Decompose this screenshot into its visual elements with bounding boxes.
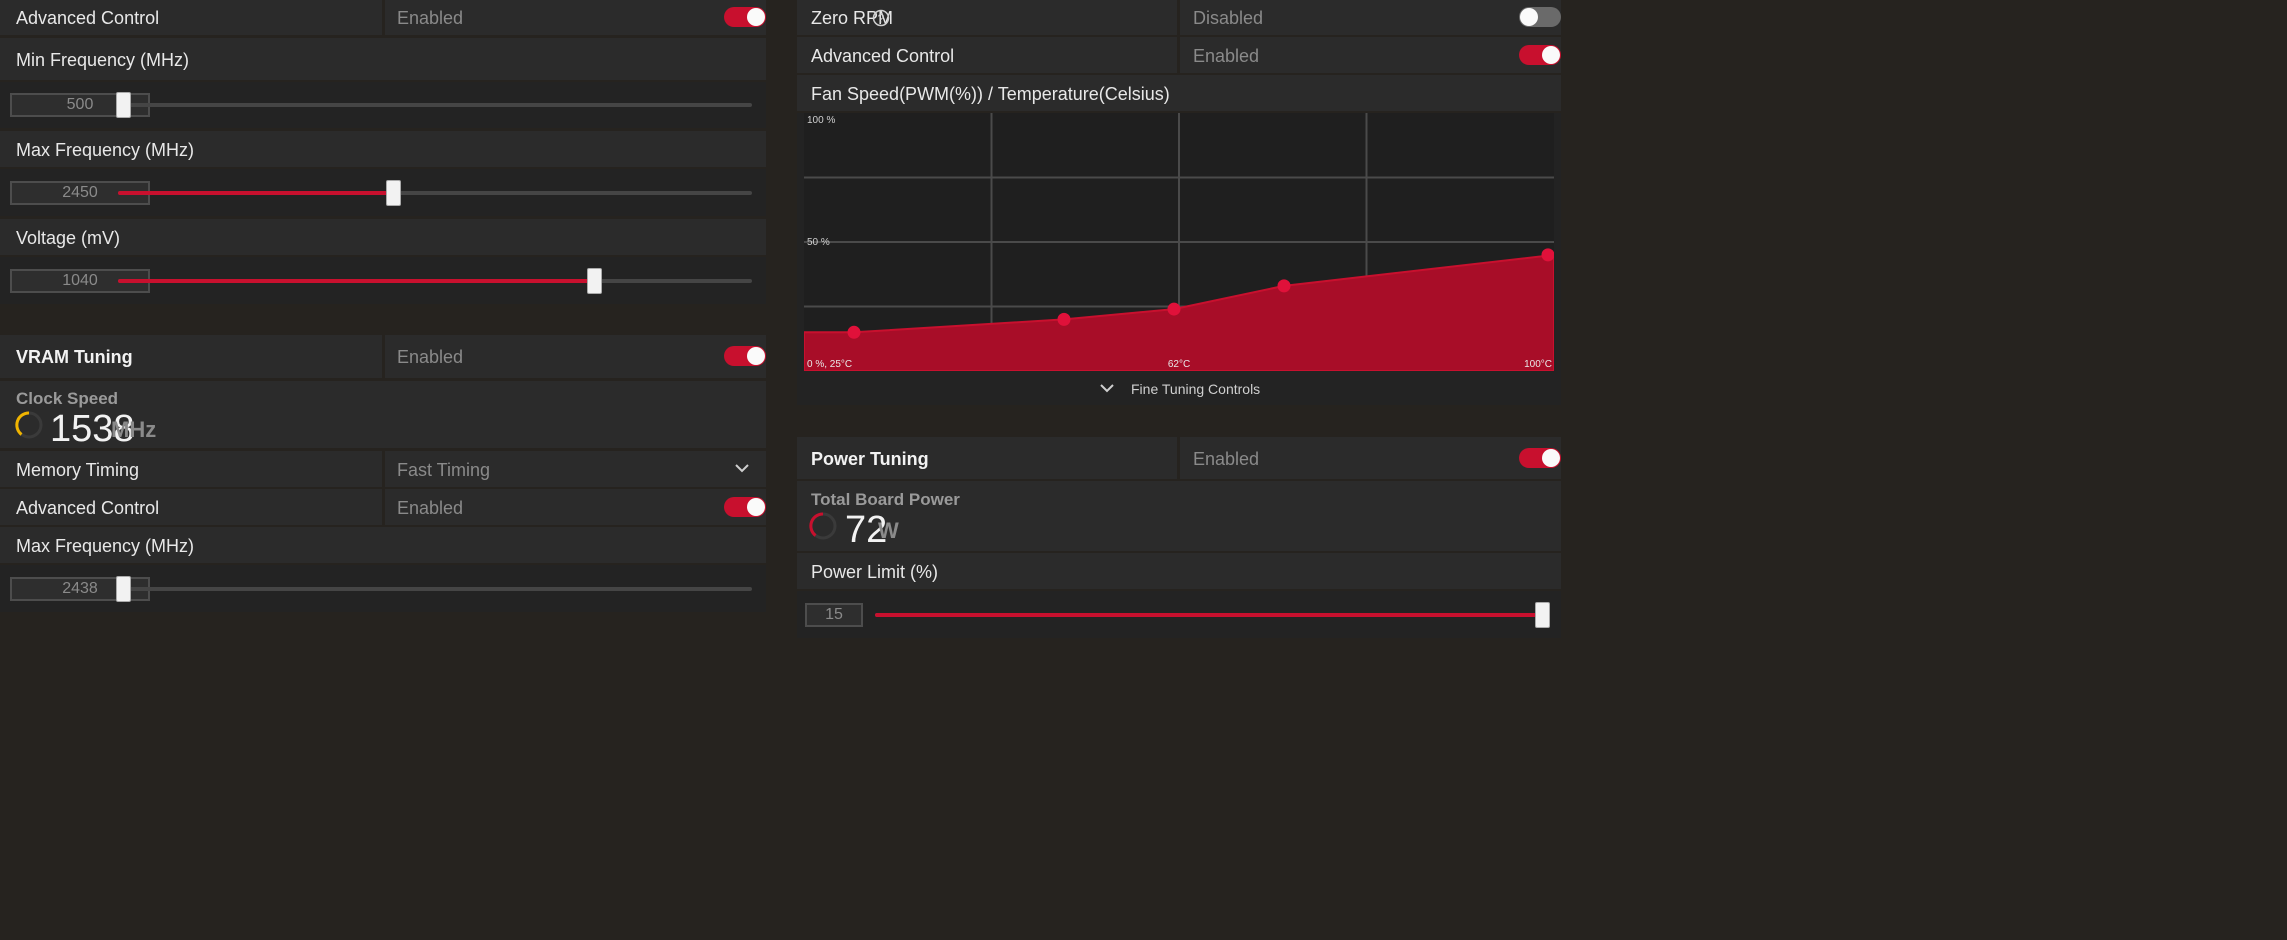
clock-speed-unit: MHz <box>111 417 157 442</box>
vram-tuning-title: VRAM Tuning <box>16 347 133 367</box>
memory-timing-row: Memory Timing <box>0 451 382 487</box>
vram-max-frequency-slider-row: 2438 <box>0 565 766 612</box>
y-tick-50: 50 % <box>807 237 830 248</box>
power-gauge-icon <box>809 512 837 540</box>
help-icon[interactable]: ? <box>872 9 890 27</box>
vram-tuning-toggle[interactable] <box>724 346 766 366</box>
fan-advanced-control-label: Advanced Control <box>811 46 955 66</box>
vram-advanced-control-value-cell: Enabled <box>385 489 766 525</box>
svg-text:?: ? <box>878 12 885 26</box>
power-limit-input[interactable]: 15 <box>805 603 863 627</box>
fan-advanced-control-value-cell: Enabled <box>1180 37 1561 73</box>
vram-max-frequency-label: Max Frequency (MHz) <box>16 536 195 556</box>
power-limit-slider-row: 15 <box>797 591 1561 638</box>
fan-curve-chart[interactable]: 100 % 50 % 0 %, 25°C 62°C 100°C <box>804 113 1554 371</box>
gpu-advanced-control-toggle[interactable] <box>724 7 766 27</box>
min-frequency-label: Min Frequency (MHz) <box>16 50 190 70</box>
chevron-down-icon <box>735 464 749 473</box>
total-board-power-unit: W <box>878 518 899 543</box>
power-limit-fill <box>875 613 1545 617</box>
clock-gauge-icon <box>15 411 43 439</box>
voltage-fill <box>118 279 595 283</box>
vram-tuning-status-cell: Enabled <box>385 335 766 378</box>
fan-chart-title: Fan Speed(PWM(%)) / Temperature(Celsius) <box>811 84 1170 104</box>
vram-tuning-status: Enabled <box>397 347 464 367</box>
x-tick-end: 100°C <box>1524 359 1552 370</box>
memory-timing-dropdown[interactable]: Fast Timing <box>385 451 766 487</box>
toggle-knob <box>747 498 765 516</box>
min-frequency-track[interactable] <box>118 103 752 107</box>
toggle-knob <box>1542 46 1560 64</box>
fan-advanced-control-toggle[interactable] <box>1519 45 1561 65</box>
total-board-power-label: Total Board Power <box>811 490 960 509</box>
memory-timing-value: Fast Timing <box>397 460 491 480</box>
fan-curve-point[interactable] <box>1277 279 1291 293</box>
gpu-advanced-control-label: Advanced Control <box>16 8 160 28</box>
power-tuning-status-cell: Enabled <box>1180 437 1561 479</box>
max-frequency-thumb[interactable] <box>386 180 401 206</box>
power-limit-thumb[interactable] <box>1535 602 1550 628</box>
fan-advanced-control-status: Enabled <box>1193 46 1260 66</box>
zero-rpm-value-cell: Disabled <box>1180 0 1561 35</box>
fine-tuning-controls-link[interactable]: Fine Tuning Controls <box>1131 381 1260 397</box>
total-board-power-panel: Total Board Power 72 W <box>797 481 1561 551</box>
toggle-knob <box>1542 449 1560 467</box>
vram-advanced-control-row: Advanced Control <box>0 489 382 525</box>
voltage-thumb[interactable] <box>587 268 602 294</box>
power-limit-label: Power Limit (%) <box>811 562 939 582</box>
vram-max-frequency-header: Max Frequency (MHz) <box>0 527 766 563</box>
vram-max-frequency-track[interactable] <box>118 587 752 591</box>
min-frequency-slider-row: 500 <box>0 82 766 128</box>
gpu-advanced-control-value-cell: Enabled <box>385 0 766 35</box>
toggle-knob <box>747 347 765 365</box>
min-frequency-thumb[interactable] <box>116 92 131 118</box>
toggle-knob <box>1520 8 1538 26</box>
power-tuning-header: Power Tuning <box>797 437 1177 479</box>
min-frequency-header: Min Frequency (MHz) <box>0 38 766 80</box>
y-tick-100: 100 % <box>807 115 835 126</box>
voltage-slider-row: 1040 <box>0 257 766 304</box>
vram-advanced-control-label: Advanced Control <box>16 498 160 518</box>
gpu-advanced-control-status: Enabled <box>397 8 464 28</box>
fan-curve-point[interactable] <box>847 325 861 339</box>
x-tick-start: 0 %, 25°C <box>807 359 852 370</box>
power-tuning-title: Power Tuning <box>811 449 929 469</box>
fan-curve-point[interactable] <box>1541 248 1555 262</box>
zero-rpm-status: Disabled <box>1193 8 1264 28</box>
fan-chart-panel: 100 % 50 % 0 %, 25°C 62°C 100°C Fine Tun… <box>797 113 1561 405</box>
chevron-down-icon[interactable] <box>1100 383 1114 393</box>
memory-timing-label: Memory Timing <box>16 460 140 480</box>
zero-rpm-row: Zero RPM ? <box>797 0 1177 35</box>
fan-chart-header: Fan Speed(PWM(%)) / Temperature(Celsius) <box>797 75 1561 111</box>
max-frequency-header: Max Frequency (MHz) <box>0 131 766 167</box>
power-limit-header: Power Limit (%) <box>797 553 1561 589</box>
fan-curve-point[interactable] <box>1167 302 1181 316</box>
vram-advanced-control-toggle[interactable] <box>724 497 766 517</box>
zero-rpm-toggle[interactable] <box>1519 7 1561 27</box>
vram-clock-panel: Clock Speed 1538 MHz <box>0 381 766 450</box>
power-tuning-toggle[interactable] <box>1519 448 1561 468</box>
vram-tuning-header: VRAM Tuning <box>0 335 382 378</box>
max-frequency-label: Max Frequency (MHz) <box>16 140 195 160</box>
fan-advanced-control-row: Advanced Control <box>797 37 1177 73</box>
x-tick-mid: 62°C <box>1168 359 1190 370</box>
power-tuning-status: Enabled <box>1193 449 1260 469</box>
max-frequency-slider-row: 2450 <box>0 169 766 216</box>
max-frequency-fill <box>118 191 394 195</box>
vram-advanced-control-status: Enabled <box>397 498 464 518</box>
voltage-label: Voltage (mV) <box>16 228 121 248</box>
toggle-knob <box>747 8 765 26</box>
clock-speed-label: Clock Speed <box>16 389 119 408</box>
vram-max-frequency-thumb[interactable] <box>116 576 131 602</box>
fan-curve-point[interactable] <box>1057 312 1071 326</box>
voltage-header: Voltage (mV) <box>0 219 766 255</box>
gpu-advanced-control-row: Advanced Control <box>0 0 382 35</box>
